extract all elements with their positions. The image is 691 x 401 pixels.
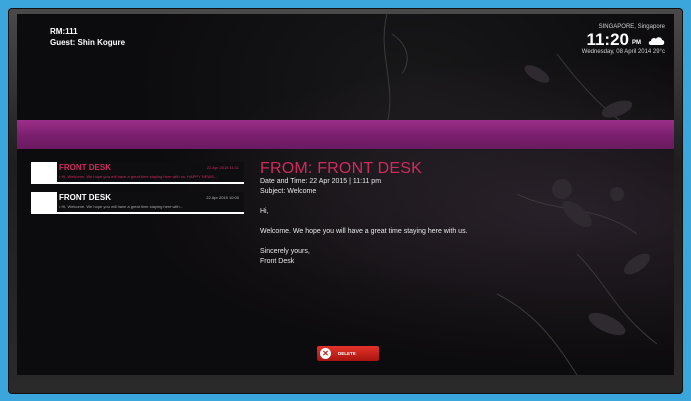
message-item[interactable]: FRONT DESK 22 Apr 2015 11:11 • Hi, Welco… <box>31 162 244 184</box>
message-detail: FROM: FRONT DESK Date and Time: 22 Apr 2… <box>260 160 468 267</box>
message-subject: Subject: Welcome <box>260 188 317 195</box>
clock-time: 11:20 <box>586 30 629 49</box>
clock-ampm: PM <box>632 40 641 46</box>
header-band <box>17 120 674 149</box>
delete-label: DELETE <box>338 351 356 356</box>
message-title: FRONT DESK <box>59 193 111 202</box>
cloud-icon <box>648 37 665 45</box>
weather-date: Wednesday, 08 April 2014 29°c <box>581 49 665 55</box>
message-preview: • Hi, Welcome. We hope you will have a g… <box>59 174 218 179</box>
message-closing: Sincerely yours, <box>260 248 310 255</box>
clock-row: 11:20 PM <box>582 31 665 48</box>
close-icon: ✕ <box>320 348 331 359</box>
room-info: RM:111 Guest: Shin Kogure <box>50 26 125 48</box>
message-from: FROM: FRONT DESK <box>260 160 423 177</box>
delete-button[interactable]: ✕ DELETE <box>317 346 379 361</box>
message-item[interactable]: FRONT DESK 22 Apr 2015 10:00 • Hi, Welco… <box>31 192 244 214</box>
message-body: Welcome. We hope you will have a great t… <box>260 228 468 235</box>
message-greeting: Hi, <box>260 208 269 215</box>
guest-name: Guest: Shin Kogure <box>50 38 126 47</box>
weather-widget: SINGAPORE, Singapore 11:20 PM Wednesday,… <box>582 24 665 55</box>
tv-screen: RM:111 Guest: Shin Kogure SINGAPORE, Sin… <box>17 14 674 375</box>
message-datetime: Date and Time: 22 Apr 2015 | 11:11 pm <box>260 178 382 185</box>
message-preview: • Hi, Welcome. We hope you will have a g… <box>59 204 183 209</box>
room-number: RM:111 <box>50 27 78 36</box>
message-title: FRONT DESK <box>59 163 111 172</box>
message-date: 22 Apr 2015 11:11 <box>206 165 239 170</box>
message-date: 22 Apr 2015 10:00 <box>206 195 239 200</box>
message-signature: Front Desk <box>260 258 295 265</box>
